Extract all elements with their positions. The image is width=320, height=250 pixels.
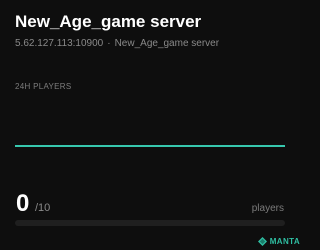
- player-max: /10: [35, 202, 51, 214]
- server-title: New_Age_game server: [15, 12, 202, 31]
- separator-dot: ·: [107, 38, 111, 49]
- player-count-row: 0 /10 players: [15, 190, 285, 218]
- player-unit-label: players: [251, 203, 284, 214]
- server-subtitle-name: New_Age_game server: [114, 38, 220, 49]
- graph-label: 24H PLAYERS: [15, 82, 72, 91]
- server-subtitle: 5.62.127.113:10900 · New_Age_game server: [15, 38, 219, 49]
- server-widget: New_Age_game server 5.62.127.113:10900 · N…: [0, 0, 300, 250]
- server-address[interactable]: 5.62.127.113:10900: [15, 38, 103, 49]
- player-progress-track: [15, 220, 285, 226]
- brand-link[interactable]: MANTA: [257, 237, 300, 246]
- player-count: 0: [16, 190, 30, 217]
- players-graph: [15, 145, 285, 147]
- manta-diamond-icon: [257, 237, 267, 246]
- brand-text: MANTA: [269, 237, 300, 246]
